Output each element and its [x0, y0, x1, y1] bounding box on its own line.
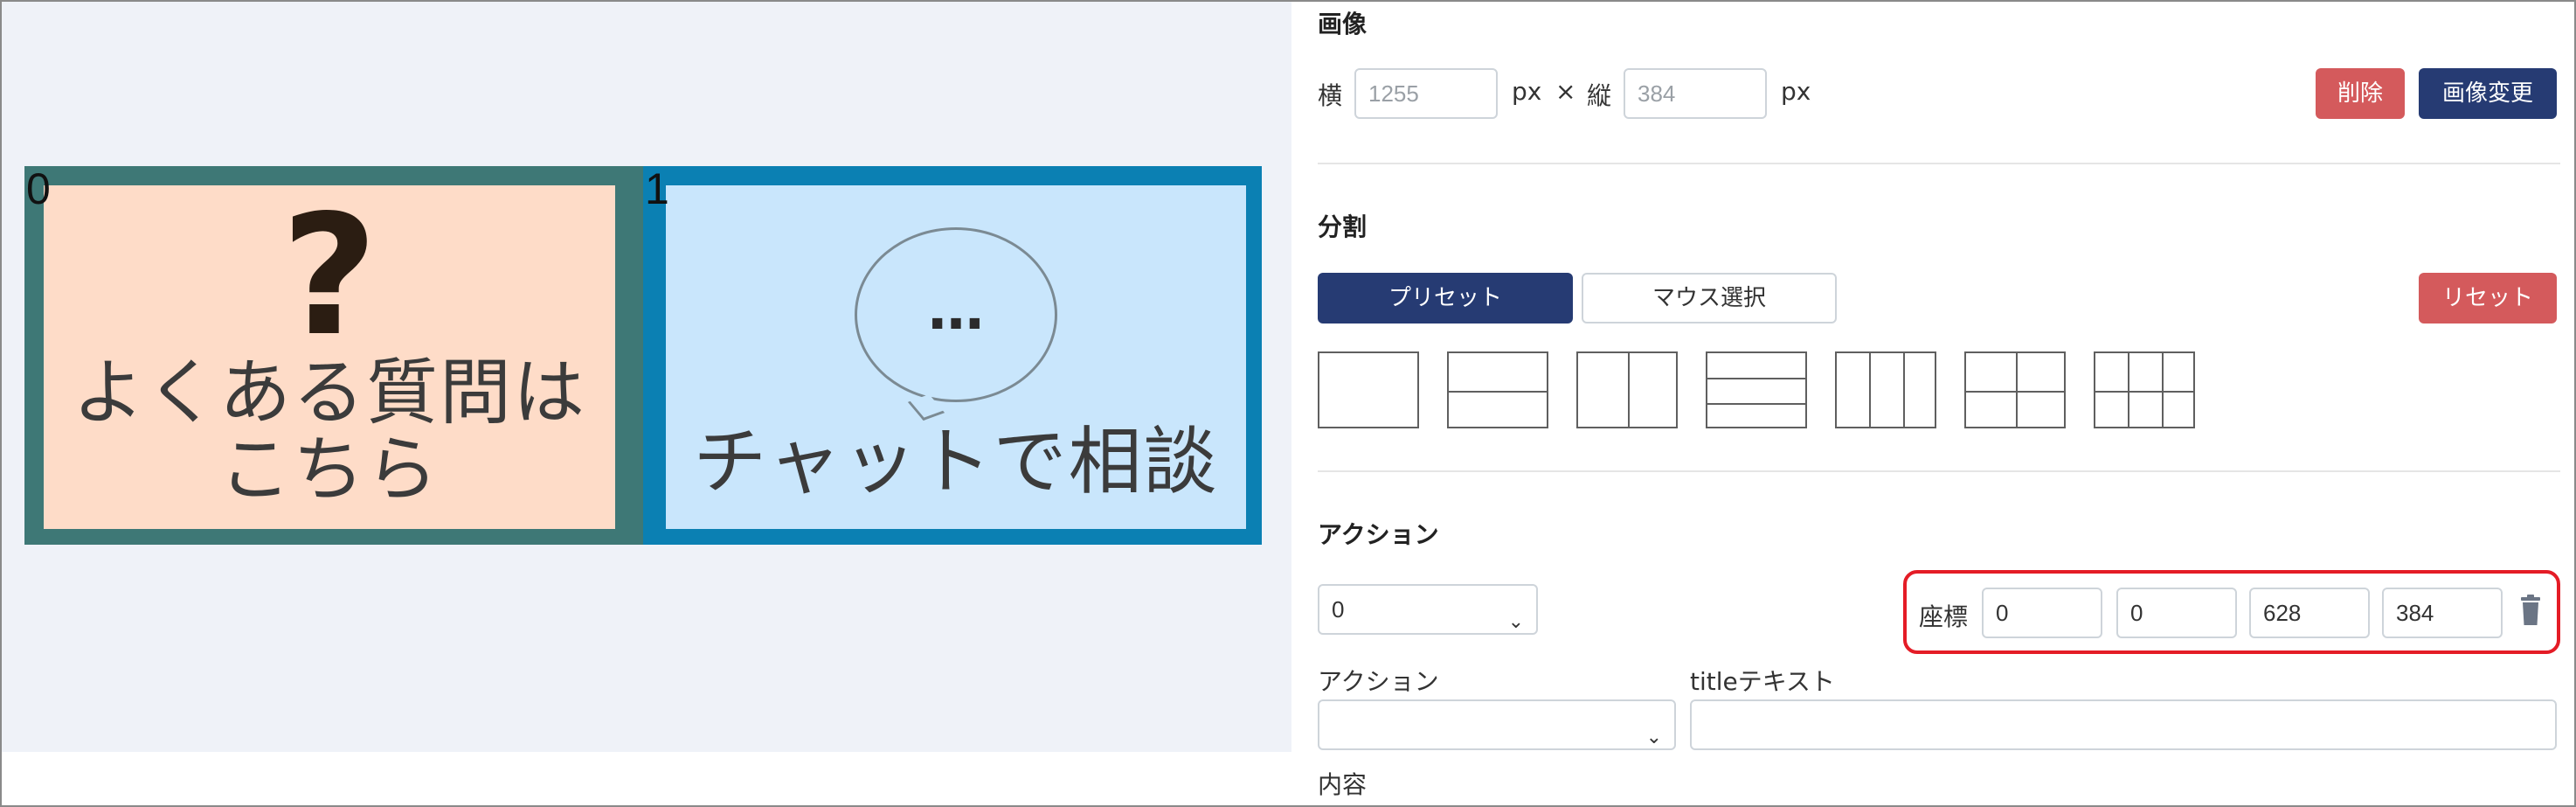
height-label: 縦 — [1587, 81, 1612, 110]
trash-icon[interactable] — [2520, 595, 2541, 626]
coordinates-label: 座標 — [1919, 602, 1969, 631]
delete-image-button[interactable]: 削除 — [2316, 68, 2405, 119]
coord-y-input[interactable]: 0 — [2116, 588, 2237, 638]
title-text-label: titleテキスト — [1690, 667, 1835, 696]
preset-2-rows[interactable] — [1447, 351, 1548, 428]
chevron-down-icon: ⌄ — [1507, 610, 1524, 632]
chat-text: チャットで相談 — [693, 418, 1219, 504]
settings-panel: 画像 横 1255 px × 縦 384 px 削除 画像変更 分割 プリセット… — [1291, 2, 2574, 805]
width-unit: px — [1512, 77, 1542, 106]
content-label: 内容 — [1318, 770, 1368, 799]
coord-height-input[interactable]: 384 — [2382, 588, 2503, 638]
preview-panel: ? よくある質問は こちら 0 … チャットで相談 1 — [2, 2, 1291, 752]
preset-3-cols[interactable] — [1835, 351, 1936, 428]
speech-bubble-icon: … — [855, 226, 1057, 421]
imagemap-preview: ? よくある質問は こちら 0 … チャットで相談 1 — [24, 166, 1262, 545]
divider — [1318, 470, 2560, 472]
divider — [1318, 163, 2560, 164]
preset-3x2[interactable] — [2094, 351, 2195, 428]
title-text-input[interactable] — [1690, 699, 2557, 750]
change-image-button[interactable]: 画像変更 — [2419, 68, 2557, 119]
mouse-select-tab[interactable]: マウス選択 — [1582, 273, 1837, 323]
faq-card: ? よくある質問は こちら — [44, 185, 615, 529]
area-1[interactable]: … チャットで相談 1 — [643, 166, 1262, 545]
faq-line-1: よくある質問は — [72, 351, 586, 435]
area-0[interactable]: ? よくある質問は こちら 0 — [24, 166, 643, 545]
image-section-title: 画像 — [1318, 10, 1368, 38]
area-select-value: 0 — [1332, 596, 1345, 623]
coord-width-input[interactable]: 628 — [2249, 588, 2370, 638]
height-input[interactable]: 384 — [1624, 68, 1767, 119]
chat-card: … チャットで相談 — [666, 185, 1246, 529]
preset-1-area[interactable] — [1318, 351, 1419, 428]
coord-x-input[interactable]: 0 — [1982, 588, 2102, 638]
area-select[interactable]: 0 ⌄ — [1318, 584, 1538, 635]
preset-3-rows[interactable] — [1706, 351, 1807, 428]
area-index-label: 0 — [26, 164, 51, 213]
reset-button[interactable]: リセット — [2419, 273, 2557, 323]
action-type-label: アクション — [1318, 667, 1439, 696]
split-section-title: 分割 — [1318, 212, 1368, 241]
bubble-tail — [907, 393, 945, 421]
chevron-down-icon: ⌄ — [1645, 726, 1662, 748]
preset-2x2[interactable] — [1964, 351, 2066, 428]
width-input[interactable]: 1255 — [1354, 68, 1498, 119]
question-mark-icon: ? — [280, 178, 378, 372]
height-unit: px — [1781, 77, 1811, 106]
bubble-dots: … — [928, 277, 984, 343]
times-sign: × — [1555, 77, 1576, 106]
faq-line-2: こちら — [218, 428, 440, 511]
action-type-select[interactable]: ⌄ — [1318, 699, 1676, 750]
area-index-label: 1 — [645, 164, 669, 213]
action-section-title: アクション — [1318, 520, 1439, 549]
screen: ? よくある質問は こちら 0 … チャットで相談 1 画像 横 1255 px… — [0, 0, 2576, 807]
preset-tab[interactable]: プリセット — [1318, 273, 1573, 323]
preset-2-cols[interactable] — [1576, 351, 1678, 428]
width-label: 横 — [1318, 81, 1343, 110]
